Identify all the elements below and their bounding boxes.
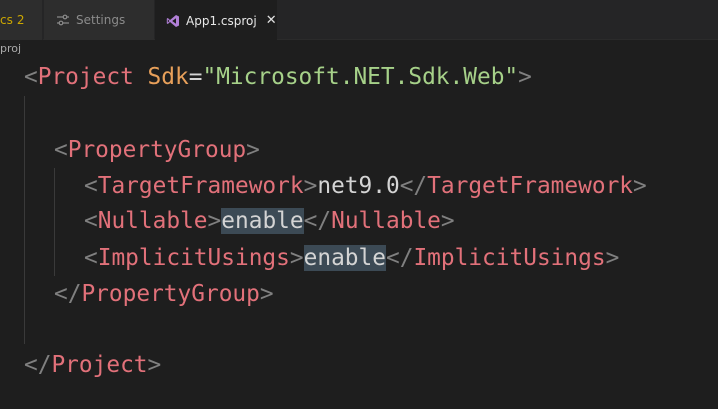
close-icon[interactable]: ✕ — [266, 14, 277, 27]
tab-label: App1.csproj — [186, 13, 257, 28]
tag-name: PropertyGroup — [81, 281, 260, 307]
tab-problems[interactable]: cs 2 — [0, 0, 43, 40]
code-line-7: </PropertyGroup> — [54, 276, 274, 312]
bracket: < — [84, 245, 98, 271]
bracket: < — [84, 173, 98, 199]
bracket: > — [440, 208, 455, 234]
indent-guide — [24, 96, 25, 344]
bracket: > — [303, 173, 318, 199]
settings-sliders-icon — [56, 13, 70, 27]
bracket: < — [24, 64, 38, 90]
bracket: < — [84, 208, 98, 234]
highlighted-element-value: enable — [221, 208, 304, 234]
tag-name: ImplicitUsings — [413, 245, 606, 271]
tag-name: PropertyGroup — [67, 137, 247, 163]
tab-app1-csproj[interactable]: App1.csproj ✕ — [155, 0, 277, 41]
tag-name: Nullable — [97, 208, 208, 234]
bracket: > — [289, 245, 304, 271]
code-line-9: </Project> — [24, 347, 161, 383]
code-line-4: <TargetFramework>net9.0</TargetFramework… — [84, 168, 647, 204]
bracket: </ — [54, 281, 82, 307]
tab-settings[interactable]: Settings — [44, 0, 154, 40]
bracket: </ — [303, 208, 332, 234]
tag-name: TargetFramework — [97, 173, 304, 199]
tag-name: Nullable — [331, 208, 441, 234]
visual-studio-icon — [166, 14, 180, 28]
problem-count-badge: 2 — [16, 13, 25, 27]
code-line-3: <PropertyGroup> — [54, 132, 260, 168]
editor-tab-bar: cs 2 Settings App1.csproj ✕ — [0, 0, 718, 41]
bracket: </ — [385, 245, 414, 271]
code-editor[interactable]: <Project Sdk="Microsoft.NET.Sdk.Web"> <P… — [0, 58, 718, 409]
bracket: < — [54, 137, 68, 163]
tag-name: ImplicitUsings — [97, 245, 290, 271]
tab-label: Settings — [76, 13, 126, 27]
bracket: > — [147, 352, 162, 378]
tag-name: TargetFramework — [427, 173, 634, 199]
attribute-value: "Microsoft.NET.Sdk.Web" — [202, 64, 519, 90]
bracket: > — [633, 173, 647, 199]
tag-name: Project — [37, 64, 134, 90]
bracket: > — [207, 208, 222, 234]
code-line-6: <ImplicitUsings>enable</ImplicitUsings> — [84, 240, 619, 276]
bracket: > — [605, 245, 620, 271]
highlighted-element-value: enable — [303, 245, 386, 271]
indent-guide — [54, 168, 55, 276]
bracket: > — [259, 281, 274, 307]
code-line-1: <Project Sdk="Microsoft.NET.Sdk.Web"> — [24, 59, 532, 95]
code-line-5: <Nullable>enable</Nullable> — [84, 203, 455, 239]
bracket: </ — [24, 352, 52, 378]
element-value: net9.0 — [317, 173, 400, 199]
breadcrumb[interactable]: proj — [0, 40, 21, 58]
bracket: </ — [399, 173, 428, 199]
attribute-name: Sdk — [147, 64, 189, 90]
tab-label: cs — [0, 13, 13, 27]
tag-name: Project — [51, 352, 148, 378]
equals-sign: = — [188, 64, 203, 90]
bracket: > — [518, 64, 532, 90]
bracket: > — [246, 137, 260, 163]
